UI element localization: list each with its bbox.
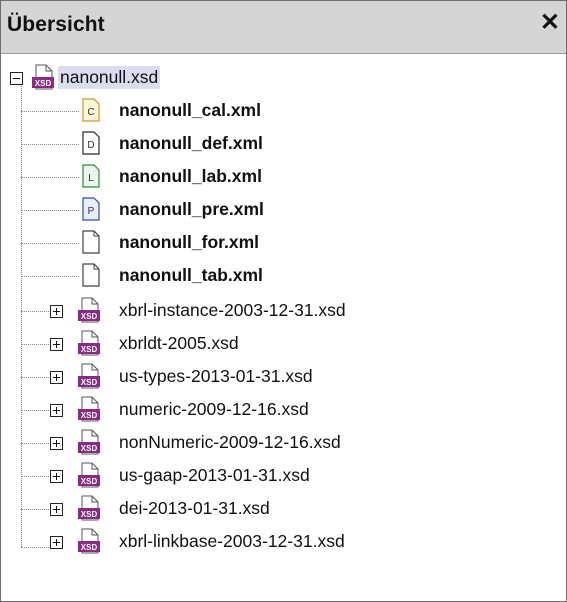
connector-line <box>21 476 49 477</box>
tree-label: us-gaap-2013-01-31.xsd <box>119 465 310 485</box>
connector-line <box>21 410 49 411</box>
formula-file-icon <box>82 230 100 254</box>
expand-toggle[interactable] <box>50 503 63 516</box>
connector-line <box>21 344 49 345</box>
presentation-linkbase-icon: P <box>82 197 100 221</box>
expand-toggle[interactable] <box>50 371 63 384</box>
close-icon[interactable]: ✕ <box>540 11 560 35</box>
xsd-file-icon: XSD <box>78 462 100 488</box>
xsd-file-icon: XSD <box>78 396 100 422</box>
tree-row-child[interactable]: C nanonull_cal.xml <box>1 94 566 127</box>
schema-tree: XSD nanonull.xsd C nanonull_cal.xml D na… <box>1 54 566 600</box>
panel-header: Übersicht ✕ <box>1 1 566 54</box>
tree-label: nanonull_pre.xml <box>119 199 264 219</box>
xsd-file-icon: XSD <box>78 363 100 389</box>
tree-label: numeric-2009-12-16.xsd <box>119 399 309 419</box>
svg-text:XSD: XSD <box>81 543 98 552</box>
tree-label: xbrldt-2005.xsd <box>119 333 239 353</box>
tree-label: nanonull_cal.xml <box>119 100 261 120</box>
expand-toggle[interactable] <box>50 404 63 417</box>
tree-label: xbrl-linkbase-2003-12-31.xsd <box>119 531 345 551</box>
svg-text:D: D <box>87 140 94 151</box>
tree-row-import[interactable]: XSD nonNumeric-2009-12-16.xsd <box>1 426 566 459</box>
svg-text:XSD: XSD <box>81 411 98 420</box>
tree-row-import[interactable]: XSD xbrl-linkbase-2003-12-31.xsd <box>1 525 566 558</box>
svg-text:XSD: XSD <box>35 79 52 88</box>
tree-row-import[interactable]: XSD dei-2013-01-31.xsd <box>1 492 566 525</box>
connector-line <box>21 243 79 244</box>
connector-line <box>21 276 79 277</box>
connector-line <box>21 311 49 312</box>
expand-toggle[interactable] <box>50 338 63 351</box>
calculation-linkbase-icon: C <box>82 98 100 122</box>
svg-text:P: P <box>88 206 95 217</box>
svg-text:XSD: XSD <box>81 378 98 387</box>
expand-toggle[interactable] <box>50 437 63 450</box>
tree-label: us-types-2013-01-31.xsd <box>119 366 313 386</box>
connector-line <box>21 210 79 211</box>
svg-text:C: C <box>87 107 94 118</box>
tree-row-import[interactable]: XSD xbrl-instance-2003-12-31.xsd <box>1 294 566 327</box>
connector-line <box>21 144 79 145</box>
connector-line <box>21 377 49 378</box>
panel-title: Übersicht <box>7 13 105 36</box>
xsd-file-icon: XSD <box>32 64 54 90</box>
tree-label: nanonull_for.xml <box>119 232 260 252</box>
svg-text:XSD: XSD <box>81 345 98 354</box>
definition-linkbase-icon: D <box>82 131 100 155</box>
connector-line <box>21 177 79 178</box>
tree-row-import[interactable]: XSD us-types-2013-01-31.xsd <box>1 360 566 393</box>
tree-label: nanonull_tab.xml <box>119 265 263 285</box>
xsd-file-icon: XSD <box>78 528 100 554</box>
tree-label: nanonull_def.xml <box>119 133 263 153</box>
svg-text:XSD: XSD <box>81 444 98 453</box>
connector-line <box>21 547 49 548</box>
xsd-file-icon: XSD <box>78 429 100 455</box>
tree-row-child[interactable]: D nanonull_def.xml <box>1 127 566 160</box>
tree-label: dei-2013-01-31.xsd <box>119 498 270 518</box>
svg-text:XSD: XSD <box>81 312 98 321</box>
tree-label: nanonull_lab.xml <box>119 166 262 186</box>
tree-row-child[interactable]: nanonull_tab.xml <box>1 259 566 292</box>
svg-text:XSD: XSD <box>81 510 98 519</box>
tree-row-import[interactable]: XSD xbrldt-2005.xsd <box>1 327 566 360</box>
connector-line <box>21 443 49 444</box>
svg-text:XSD: XSD <box>81 477 98 486</box>
tree-row-import[interactable]: XSD numeric-2009-12-16.xsd <box>1 393 566 426</box>
xsd-file-icon: XSD <box>78 297 100 323</box>
label-linkbase-icon: L <box>82 164 100 188</box>
xsd-file-icon: XSD <box>78 495 100 521</box>
tree-label: xbrl-instance-2003-12-31.xsd <box>119 300 346 320</box>
tree-row-child[interactable]: L nanonull_lab.xml <box>1 160 566 193</box>
expand-toggle[interactable] <box>50 305 63 318</box>
tree-label-root: nanonull.xsd <box>58 66 161 89</box>
connector-line <box>21 111 79 112</box>
svg-text:L: L <box>88 173 94 184</box>
tree-row-child[interactable]: P nanonull_pre.xml <box>1 193 566 226</box>
tree-row-child[interactable]: nanonull_for.xml <box>1 226 566 259</box>
tree-row-root[interactable]: XSD nanonull.xsd <box>1 61 566 94</box>
collapse-toggle[interactable] <box>10 72 23 85</box>
xsd-file-icon: XSD <box>78 330 100 356</box>
tree-label: nonNumeric-2009-12-16.xsd <box>119 432 341 452</box>
expand-toggle[interactable] <box>50 536 63 549</box>
expand-toggle[interactable] <box>50 470 63 483</box>
tree-row-import[interactable]: XSD us-gaap-2013-01-31.xsd <box>1 459 566 492</box>
table-file-icon <box>82 263 100 287</box>
overview-panel: Übersicht ✕ XSD nanonull.xsd C nanonull_… <box>0 0 567 602</box>
connector-line <box>21 509 49 510</box>
